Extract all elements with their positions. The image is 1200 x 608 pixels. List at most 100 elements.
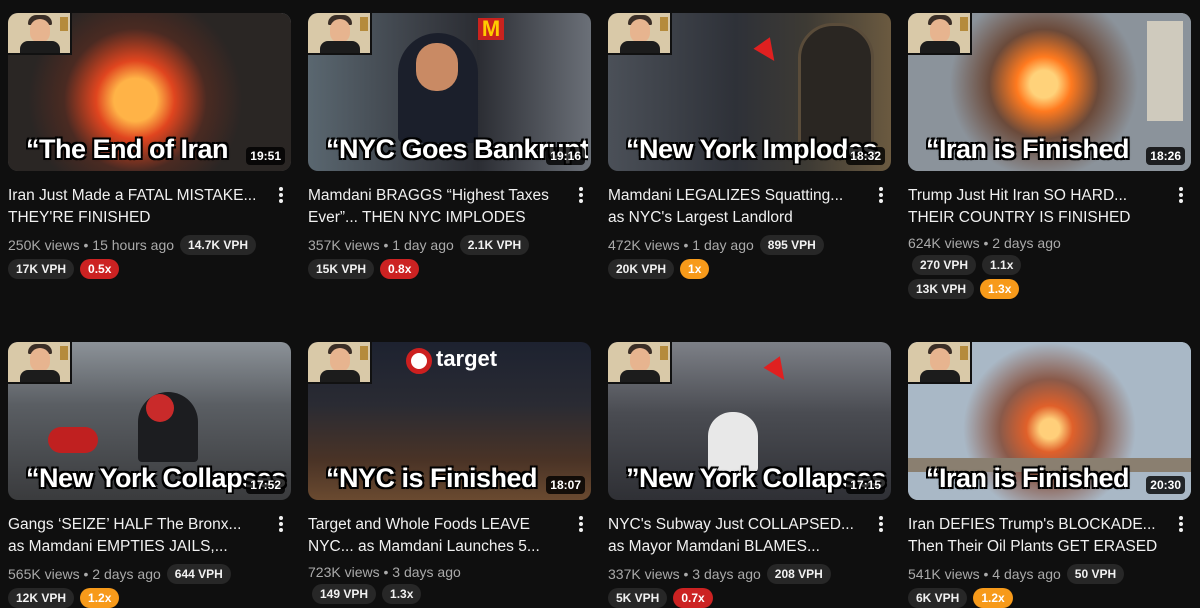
stats-badges: 12K VPH 1.2x xyxy=(8,588,291,608)
more-options-icon[interactable] xyxy=(273,185,289,205)
tower-building xyxy=(1147,21,1183,121)
multiplier-badge: 1.3x xyxy=(382,584,422,604)
video-meta: 337K views • 3 days ago 208 VPH xyxy=(608,564,891,584)
upload-age: 3 days ago xyxy=(692,566,761,582)
multiplier-badge: 1.2x xyxy=(973,588,1013,608)
stats-badges: 17K VPH 0.5x xyxy=(8,259,291,279)
stats-badges: 13K VPH 1.3x xyxy=(908,279,1191,299)
view-count: 723K views xyxy=(308,564,380,580)
upload-age: 3 days ago xyxy=(392,564,461,580)
video-thumbnail[interactable]: “Iran is Finished 20:30 xyxy=(908,342,1191,500)
motorbike xyxy=(48,427,98,453)
video-card[interactable]: ”New York Collapses 17:15 NYC's Subway J… xyxy=(608,342,891,608)
video-meta: 541K views • 4 days ago 50 VPH xyxy=(908,564,1191,584)
multiplier-badge: 0.5x xyxy=(80,259,120,279)
creator-face-inset xyxy=(308,13,372,55)
upload-age: 15 hours ago xyxy=(92,237,175,253)
video-title[interactable]: Mamdani BRAGGS “Highest Taxes Ever”... T… xyxy=(308,185,560,229)
video-title[interactable]: NYC's Subway Just COLLAPSED... as Mayor … xyxy=(608,514,860,558)
more-options-icon[interactable] xyxy=(573,185,589,205)
view-count: 541K views xyxy=(908,566,980,582)
upload-age: 2 days ago xyxy=(992,235,1061,251)
video-duration: 18:26 xyxy=(1146,147,1185,165)
video-meta: 472K views • 1 day ago 895 VPH xyxy=(608,235,891,255)
multiplier-badge: 1.2x xyxy=(80,588,120,608)
more-options-icon[interactable] xyxy=(1173,514,1189,534)
vph-badge: 895 VPH xyxy=(759,235,824,255)
vph-badge: 15K VPH xyxy=(308,259,375,279)
video-meta: 624K views • 2 days ago xyxy=(908,235,1061,251)
upload-age: 1 day ago xyxy=(692,237,754,253)
video-title[interactable]: Iran Just Made a FATAL MISTAKE... THEY'R… xyxy=(8,185,260,229)
video-card[interactable]: M “NYC Goes Bankrupt 19:16 Mamdani BRAGG… xyxy=(308,13,591,279)
video-title[interactable]: Mamdani LEGALIZES Squatting... as NYC's … xyxy=(608,185,860,229)
creator-face-inset xyxy=(8,342,72,384)
creator-face-inset xyxy=(908,342,972,384)
vph-badge: 644 VPH xyxy=(166,564,231,584)
stats-badges: 5K VPH 0.7x xyxy=(608,588,891,608)
creator-face-inset xyxy=(908,13,972,55)
view-count: 250K views xyxy=(8,237,80,253)
more-options-icon[interactable] xyxy=(573,514,589,534)
view-count: 357K views xyxy=(308,237,380,253)
video-card[interactable]: “The End of Iran 19:51 Iran Just Made a … xyxy=(8,13,291,279)
target-logo-icon xyxy=(406,348,432,374)
video-thumbnail[interactable]: target “NYC is Finished 18:07 xyxy=(308,342,591,500)
video-thumbnail[interactable]: “New York Implodes 18:32 xyxy=(608,13,891,171)
video-thumbnail[interactable]: “The End of Iran 19:51 xyxy=(8,13,291,171)
multiplier-badge: 1.3x xyxy=(980,279,1020,299)
vph-badge: 5K VPH xyxy=(608,588,668,608)
view-count: 565K views xyxy=(8,566,80,582)
view-count: 624K views xyxy=(908,235,980,251)
more-options-icon[interactable] xyxy=(873,185,889,205)
vph-badge: 12K VPH xyxy=(8,588,75,608)
stats-badges: 15K VPH 0.8x xyxy=(308,259,591,279)
video-title[interactable]: Gangs ‘SEIZE’ HALF The Bronx... as Mamda… xyxy=(8,514,260,558)
upload-age: 4 days ago xyxy=(992,566,1061,582)
video-meta: 723K views • 3 days ago xyxy=(308,564,461,580)
multiplier-badge: 0.8x xyxy=(380,259,420,279)
view-count: 337K views xyxy=(608,566,680,582)
video-duration: 19:16 xyxy=(546,147,585,165)
view-count: 472K views xyxy=(608,237,680,253)
video-card[interactable]: “Iran is Finished 18:26 Trump Just Hit I… xyxy=(908,13,1191,299)
vph-badge: 17K VPH xyxy=(8,259,75,279)
stats-badges: 6K VPH 1.2x xyxy=(908,588,1191,608)
video-thumbnail[interactable]: “Iran is Finished 18:26 xyxy=(908,13,1191,171)
creator-face-inset xyxy=(608,342,672,384)
video-title[interactable]: Trump Just Hit Iran SO HARD... THEIR COU… xyxy=(908,185,1160,229)
creator-face-inset xyxy=(308,342,372,384)
stats-badges: 20K VPH 1x xyxy=(608,259,891,279)
vph-badge: 149 VPH xyxy=(312,584,377,604)
vph-badge: 6K VPH xyxy=(908,588,968,608)
video-meta: 250K views • 15 hours ago 14.7K VPH xyxy=(8,235,291,255)
creator-face-inset xyxy=(8,13,72,55)
video-duration: 20:30 xyxy=(1146,476,1185,494)
video-title[interactable]: Iran DEFIES Trump's BLOCKADE... Then The… xyxy=(908,514,1160,558)
video-title[interactable]: Target and Whole Foods LEAVE NYC... as M… xyxy=(308,514,560,558)
arched-doorway xyxy=(798,23,874,149)
video-thumbnail[interactable]: M “NYC Goes Bankrupt 19:16 xyxy=(308,13,591,171)
video-card[interactable]: “New York Collapses 17:52 Gangs ‘SEIZE’ … xyxy=(8,342,291,608)
vph-badge: 208 VPH xyxy=(766,564,831,584)
more-options-icon[interactable] xyxy=(873,514,889,534)
video-card[interactable]: “Iran is Finished 20:30 Iran DEFIES Trum… xyxy=(908,342,1191,608)
vph-badge: 13K VPH xyxy=(908,279,975,299)
stats-badges: 270 VPH 1.1x xyxy=(908,255,1191,275)
video-duration: 19:51 xyxy=(246,147,285,165)
creator-face-inset xyxy=(608,13,672,55)
video-meta: 357K views • 1 day ago 2.1K VPH xyxy=(308,235,591,255)
video-card[interactable]: “New York Implodes 18:32 Mamdani LEGALIZ… xyxy=(608,13,891,279)
video-duration: 17:52 xyxy=(246,476,285,494)
vph-badge: 14.7K VPH xyxy=(180,235,257,255)
more-options-icon[interactable] xyxy=(1173,185,1189,205)
video-thumbnail[interactable]: ”New York Collapses 17:15 xyxy=(608,342,891,500)
more-options-icon[interactable] xyxy=(273,514,289,534)
video-duration: 17:15 xyxy=(846,476,885,494)
upload-age: 2 days ago xyxy=(92,566,161,582)
stats-badges: 149 VPH 1.3x xyxy=(308,584,591,604)
video-thumbnail[interactable]: “New York Collapses 17:52 xyxy=(8,342,291,500)
video-card[interactable]: target “NYC is Finished 18:07 Target and… xyxy=(308,342,591,604)
video-meta: 565K views • 2 days ago 644 VPH xyxy=(8,564,291,584)
multiplier-badge: 1.1x xyxy=(982,255,1022,275)
